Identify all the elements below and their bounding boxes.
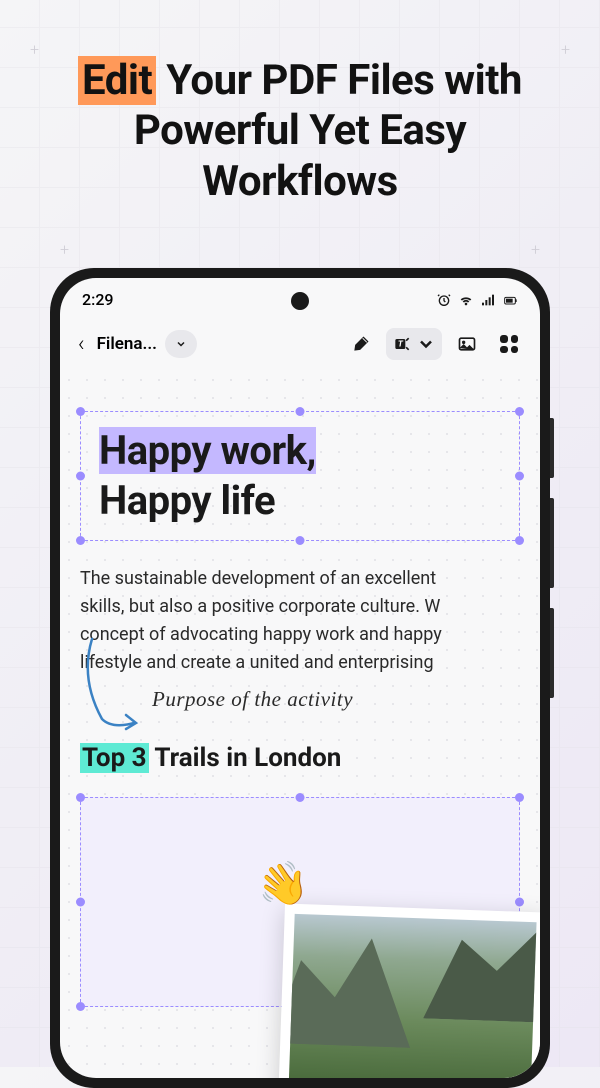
decorative-plus: + <box>531 240 540 259</box>
title-line-2: Happy life <box>99 477 275 524</box>
image-tool-button[interactable] <box>450 327 484 361</box>
signal-icon <box>480 292 496 308</box>
apps-grid-button[interactable] <box>492 327 526 361</box>
phone-frame: 2:29 ‹ Filena... T <box>50 268 550 1088</box>
highlighter-tool-button[interactable] <box>344 327 378 361</box>
phone-side-button <box>550 498 554 588</box>
phone-screen: 2:29 ‹ Filena... T <box>60 278 540 1078</box>
title-line-1: Happy work, <box>99 427 316 474</box>
annotation-text: Purpose of the activity <box>152 687 353 712</box>
landscape-photo <box>287 913 536 1078</box>
grid-icon <box>500 335 518 353</box>
resize-handle[interactable] <box>76 407 85 416</box>
resize-handle[interactable] <box>296 536 305 545</box>
photo-card[interactable] <box>277 903 540 1078</box>
app-toolbar: ‹ Filena... T <box>60 317 540 371</box>
resize-handle[interactable] <box>296 407 305 416</box>
filename-dropdown[interactable] <box>165 330 197 358</box>
wave-emoji: 👋 <box>253 856 313 913</box>
decorative-plus: + <box>60 240 69 259</box>
status-icons <box>436 292 518 308</box>
alarm-icon <box>436 292 452 308</box>
status-time: 2:29 <box>82 290 114 309</box>
text-tool-button[interactable]: T <box>386 328 442 360</box>
arrow-icon <box>72 629 158 739</box>
resize-handle[interactable] <box>515 536 524 545</box>
image-placeholder-box[interactable]: 👋 <box>80 797 520 1007</box>
wifi-icon <box>458 292 474 308</box>
resize-handle[interactable] <box>515 897 524 906</box>
image-icon <box>457 334 477 354</box>
filename-label[interactable]: Filena... <box>97 334 157 354</box>
resize-handle[interactable] <box>515 793 524 802</box>
subtitle-highlight: Top 3 <box>80 743 149 773</box>
resize-handle[interactable] <box>76 793 85 802</box>
resize-handle[interactable] <box>76 1002 85 1011</box>
camera-notch <box>291 292 309 310</box>
handwritten-annotation[interactable]: Purpose of the activity <box>80 689 520 733</box>
chevron-down-icon <box>416 334 436 354</box>
resize-handle[interactable] <box>296 793 305 802</box>
battery-icon <box>502 292 518 308</box>
phone-side-button <box>550 418 554 478</box>
text-tool-icon: T <box>392 334 412 354</box>
phone-side-button <box>550 608 554 698</box>
resize-handle[interactable] <box>76 472 85 481</box>
resize-handle[interactable] <box>76 897 85 906</box>
title-text[interactable]: Happy work, Happy life <box>99 426 501 526</box>
title-text-box[interactable]: Happy work, Happy life <box>80 411 520 541</box>
document-canvas[interactable]: Happy work, Happy life The sustainable d… <box>60 371 540 1073</box>
resize-handle[interactable] <box>76 536 85 545</box>
resize-handle[interactable] <box>515 407 524 416</box>
resize-handle[interactable] <box>515 472 524 481</box>
back-button[interactable]: ‹ <box>74 332 89 357</box>
headline-highlight: Edit <box>78 56 156 105</box>
chevron-down-icon <box>175 338 187 350</box>
subtitle-heading[interactable]: Top 3 Trails in London <box>80 743 520 773</box>
highlighter-icon <box>351 334 371 354</box>
marketing-headline: Edit Your PDF Files with Powerful Yet Ea… <box>0 0 600 237</box>
